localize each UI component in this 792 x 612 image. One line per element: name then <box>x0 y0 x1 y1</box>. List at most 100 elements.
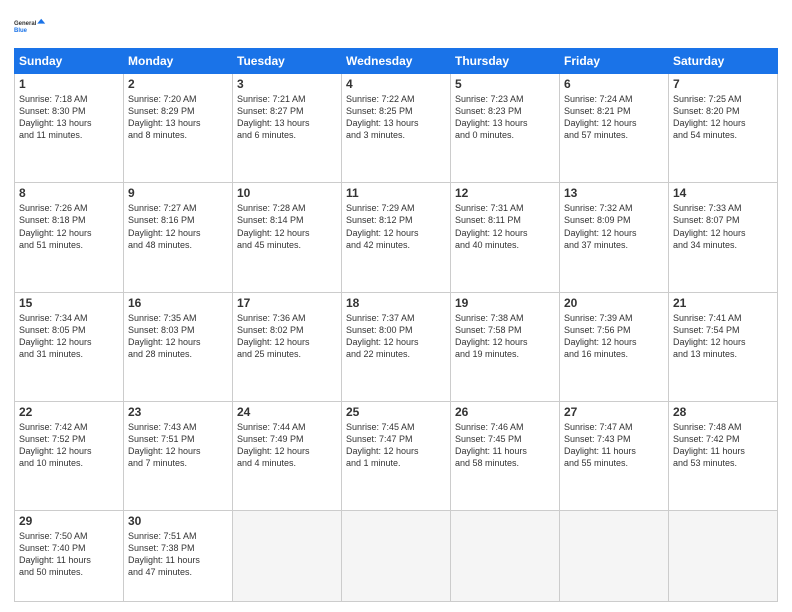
calendar-week-4: 22 Sunrise: 7:42 AM Sunset: 7:52 PM Dayli… <box>15 401 778 510</box>
day-number-2: 2 <box>128 77 228 91</box>
day-info-24: Sunrise: 7:44 AM Sunset: 7:49 PM Dayligh… <box>237 421 337 470</box>
day-info-8: Sunrise: 7:26 AM Sunset: 8:18 PM Dayligh… <box>19 202 119 251</box>
day-info-10: Sunrise: 7:28 AM Sunset: 8:14 PM Dayligh… <box>237 202 337 251</box>
day-cell-14: 14 Sunrise: 7:33 AM Sunset: 8:07 PM Dayli… <box>669 183 778 292</box>
day-info-15: Sunrise: 7:34 AM Sunset: 8:05 PM Dayligh… <box>19 312 119 361</box>
day-number-1: 1 <box>19 77 119 91</box>
day-cell-27: 27 Sunrise: 7:47 AM Sunset: 7:43 PM Dayli… <box>560 401 669 510</box>
day-cell-16: 16Sunrise: 7:35 AM Sunset: 8:03 PM Dayli… <box>124 292 233 401</box>
day-cell-1: 1 Sunrise: 7:18 AM Sunset: 8:30 PM Daylig… <box>15 74 124 183</box>
day-number-30: 30 <box>128 514 228 528</box>
day-cell-15: 15 Sunrise: 7:34 AM Sunset: 8:05 PM Dayli… <box>15 292 124 401</box>
day-number-22: 22 <box>19 405 119 419</box>
day-info-3: Sunrise: 7:21 AM Sunset: 8:27 PM Dayligh… <box>237 93 337 142</box>
svg-text:General: General <box>14 21 37 27</box>
day-cell-9: 9 Sunrise: 7:27 AM Sunset: 8:16 PM Daylig… <box>124 183 233 292</box>
day-info-17: Sunrise: 7:36 AM Sunset: 8:02 PM Dayligh… <box>237 312 337 361</box>
day-info-28: Sunrise: 7:48 AM Sunset: 7:42 PM Dayligh… <box>673 421 773 470</box>
logo-icon: GeneralBlue <box>14 10 46 42</box>
day-number-3: 3 <box>237 77 337 91</box>
day-info-9: Sunrise: 7:27 AM Sunset: 8:16 PM Dayligh… <box>128 202 228 251</box>
day-number-21: 21 <box>673 296 773 310</box>
day-cell-26: 26 Sunrise: 7:46 AM Sunset: 7:45 PM Dayli… <box>451 401 560 510</box>
day-cell-25: 25 Sunrise: 7:45 AM Sunset: 7:47 PM Dayli… <box>342 401 451 510</box>
day-number-17: 17 <box>237 296 337 310</box>
calendar-week-3: 15 Sunrise: 7:34 AM Sunset: 8:05 PM Dayli… <box>15 292 778 401</box>
day-info-2: Sunrise: 7:20 AM Sunset: 8:29 PM Dayligh… <box>128 93 228 142</box>
day-info-18: Sunrise: 7:37 AM Sunset: 8:00 PM Dayligh… <box>346 312 446 361</box>
col-thursday: Thursday <box>451 49 560 74</box>
empty-cell <box>451 511 560 602</box>
svg-text:Blue: Blue <box>14 28 28 34</box>
page: GeneralBlue Sunday Monday Tuesday Wednes… <box>0 0 792 612</box>
day-info-23: Sunrise: 7:43 AM Sunset: 7:51 PM Dayligh… <box>128 421 228 470</box>
day-info-5: Sunrise: 7:23 AM Sunset: 8:23 PM Dayligh… <box>455 93 555 142</box>
day-info-12: Sunrise: 7:31 AM Sunset: 8:11 PM Dayligh… <box>455 202 555 251</box>
day-info-1: Sunrise: 7:18 AM Sunset: 8:30 PM Dayligh… <box>19 93 119 142</box>
day-cell-7: 7 Sunrise: 7:25 AM Sunset: 8:20 PM Daylig… <box>669 74 778 183</box>
day-cell-28: 28 Sunrise: 7:48 AM Sunset: 7:42 PM Dayli… <box>669 401 778 510</box>
day-info-25: Sunrise: 7:45 AM Sunset: 7:47 PM Dayligh… <box>346 421 446 470</box>
day-info-11: Sunrise: 7:29 AM Sunset: 8:12 PM Dayligh… <box>346 202 446 251</box>
day-cell-2: 2 Sunrise: 7:20 AM Sunset: 8:29 PM Daylig… <box>124 74 233 183</box>
day-info-6: Sunrise: 7:24 AM Sunset: 8:21 PM Dayligh… <box>564 93 664 142</box>
col-tuesday: Tuesday <box>233 49 342 74</box>
day-info-30: Sunrise: 7:51 AM Sunset: 7:38 PM Dayligh… <box>128 530 228 579</box>
day-number-9: 9 <box>128 186 228 200</box>
day-number-14: 14 <box>673 186 773 200</box>
day-cell-24: 24 Sunrise: 7:44 AM Sunset: 7:49 PM Dayli… <box>233 401 342 510</box>
day-number-24: 24 <box>237 405 337 419</box>
day-info-27: Sunrise: 7:47 AM Sunset: 7:43 PM Dayligh… <box>564 421 664 470</box>
day-number-7: 7 <box>673 77 773 91</box>
calendar-week-5: 29 Sunrise: 7:50 AM Sunset: 7:40 PM Dayli… <box>15 511 778 602</box>
day-number-5: 5 <box>455 77 555 91</box>
day-info-26: Sunrise: 7:46 AM Sunset: 7:45 PM Dayligh… <box>455 421 555 470</box>
day-cell-8: 8Sunrise: 7:26 AM Sunset: 8:18 PM Daylig… <box>15 183 124 292</box>
header: GeneralBlue <box>14 10 778 42</box>
day-info-29: Sunrise: 7:50 AM Sunset: 7:40 PM Dayligh… <box>19 530 119 579</box>
day-cell-4: 4 Sunrise: 7:22 AM Sunset: 8:25 PM Daylig… <box>342 74 451 183</box>
day-info-19: Sunrise: 7:38 AM Sunset: 7:58 PM Dayligh… <box>455 312 555 361</box>
day-cell-30: 30 Sunrise: 7:51 AM Sunset: 7:38 PM Dayli… <box>124 511 233 602</box>
day-cell-18: 18 Sunrise: 7:37 AM Sunset: 8:00 PM Dayli… <box>342 292 451 401</box>
day-cell-22: 22 Sunrise: 7:42 AM Sunset: 7:52 PM Dayli… <box>15 401 124 510</box>
day-number-10: 10 <box>237 186 337 200</box>
calendar-week-1: 1 Sunrise: 7:18 AM Sunset: 8:30 PM Daylig… <box>15 74 778 183</box>
day-cell-20: 20Sunrise: 7:39 AM Sunset: 7:56 PM Dayli… <box>560 292 669 401</box>
day-number-6: 6 <box>564 77 664 91</box>
day-info-7: Sunrise: 7:25 AM Sunset: 8:20 PM Dayligh… <box>673 93 773 142</box>
day-number-27: 27 <box>564 405 664 419</box>
day-cell-6: 6 Sunrise: 7:24 AM Sunset: 8:21 PM Daylig… <box>560 74 669 183</box>
empty-cell <box>560 511 669 602</box>
calendar-header-row: Sunday Monday Tuesday Wednesday Thursday… <box>15 49 778 74</box>
day-cell-29: 29 Sunrise: 7:50 AM Sunset: 7:40 PM Dayli… <box>15 511 124 602</box>
day-cell-11: 11 Sunrise: 7:29 AM Sunset: 8:12 PM Dayli… <box>342 183 451 292</box>
day-info-14: Sunrise: 7:33 AM Sunset: 8:07 PM Dayligh… <box>673 202 773 251</box>
logo: GeneralBlue <box>14 10 46 42</box>
day-number-26: 26 <box>455 405 555 419</box>
empty-cell <box>233 511 342 602</box>
day-number-4: 4 <box>346 77 446 91</box>
day-info-21: Sunrise: 7:41 AM Sunset: 7:54 PM Dayligh… <box>673 312 773 361</box>
day-number-29: 29 <box>19 514 119 528</box>
col-sunday: Sunday <box>15 49 124 74</box>
col-monday: Monday <box>124 49 233 74</box>
col-saturday: Saturday <box>669 49 778 74</box>
day-info-4: Sunrise: 7:22 AM Sunset: 8:25 PM Dayligh… <box>346 93 446 142</box>
day-number-18: 18 <box>346 296 446 310</box>
day-number-25: 25 <box>346 405 446 419</box>
day-number-19: 19 <box>455 296 555 310</box>
day-cell-19: 19 Sunrise: 7:38 AM Sunset: 7:58 PM Dayli… <box>451 292 560 401</box>
empty-cell <box>342 511 451 602</box>
day-number-15: 15 <box>19 296 119 310</box>
calendar-table: Sunday Monday Tuesday Wednesday Thursday… <box>14 48 778 602</box>
day-number-11: 11 <box>346 186 446 200</box>
day-number-28: 28 <box>673 405 773 419</box>
day-info-13: Sunrise: 7:32 AM Sunset: 8:09 PM Dayligh… <box>564 202 664 251</box>
day-number-16: 16 <box>128 296 228 310</box>
day-cell-21: 21 Sunrise: 7:41 AM Sunset: 7:54 PM Dayli… <box>669 292 778 401</box>
day-number-23: 23 <box>128 405 228 419</box>
day-info-22: Sunrise: 7:42 AM Sunset: 7:52 PM Dayligh… <box>19 421 119 470</box>
day-info-20: Sunrise: 7:39 AM Sunset: 7:56 PM Dayligh… <box>564 312 664 361</box>
calendar-week-2: 8Sunrise: 7:26 AM Sunset: 8:18 PM Daylig… <box>15 183 778 292</box>
